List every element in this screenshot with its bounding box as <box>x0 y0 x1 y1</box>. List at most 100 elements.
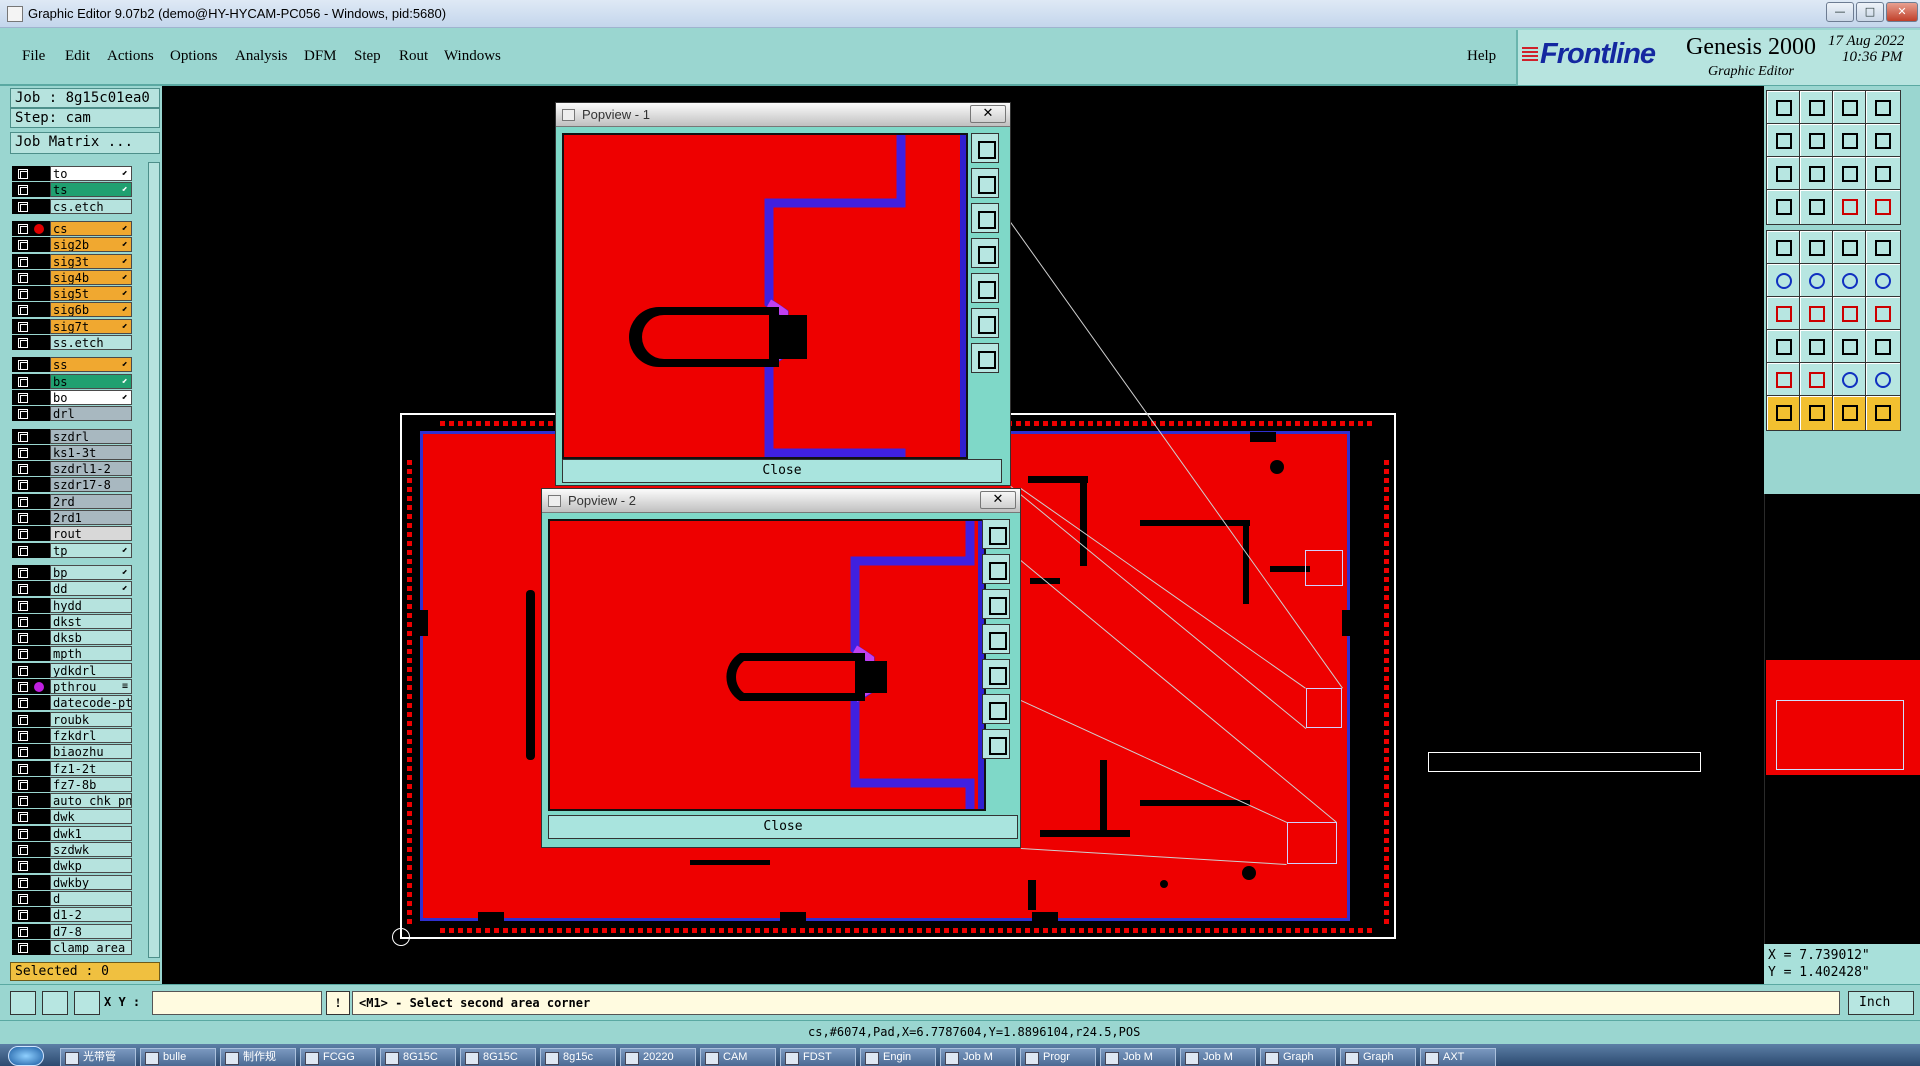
layer-name[interactable]: dwkp <box>50 858 132 874</box>
layer-row[interactable]: rout <box>12 526 132 542</box>
layer-row[interactable]: sig7t ⬋ <box>12 318 132 334</box>
layer-name[interactable]: ydkdrl <box>50 662 132 678</box>
layer-row[interactable]: fz1-2t <box>12 760 132 776</box>
layer-row[interactable]: ydkdrl <box>12 662 132 678</box>
layer-row[interactable]: ks1-3t <box>12 444 132 460</box>
pointer3-tool[interactable] <box>1832 395 1868 431</box>
layer-checkbox[interactable] <box>18 910 28 921</box>
layer-checkbox[interactable] <box>18 409 28 420</box>
minimize-button[interactable]: — <box>1826 2 1854 22</box>
layer-row[interactable]: dwk <box>12 809 132 825</box>
maximize-button[interactable]: □ <box>1856 2 1884 22</box>
taskbar-item[interactable]: Graph <box>1340 1048 1416 1066</box>
taskbar-item[interactable]: 8G15C <box>460 1048 536 1066</box>
layer-row[interactable]: szdrl <box>12 428 132 444</box>
layer-row[interactable]: biaozhu <box>12 744 132 760</box>
popview-1-tool-up[interactable] <box>971 168 999 198</box>
taskbar-item[interactable]: Job M <box>1180 1048 1256 1066</box>
popview-2-tool-up[interactable] <box>982 554 1010 584</box>
snap-icon[interactable] <box>10 991 36 1015</box>
layer-checkbox[interactable] <box>18 649 28 660</box>
layer-row[interactable]: to ⬋ <box>12 166 132 181</box>
layer-checkbox[interactable] <box>18 392 28 403</box>
layer-checkbox[interactable] <box>18 845 28 855</box>
layer-checkbox[interactable] <box>18 600 28 611</box>
layer-row[interactable]: sig5t ⬋ <box>12 286 132 302</box>
layer-name[interactable]: roubk <box>50 711 132 727</box>
layer-name[interactable]: cs.etch <box>50 198 132 214</box>
popview-2-tool-right[interactable] <box>982 659 1010 689</box>
layer-name[interactable]: clamp_area <box>50 939 132 955</box>
spread-tool[interactable] <box>1865 123 1901 159</box>
snap-dot-tool[interactable] <box>1865 230 1901 266</box>
layer-checkbox[interactable] <box>18 496 28 507</box>
menu-actions[interactable]: Actions <box>107 48 154 65</box>
home-tool[interactable] <box>1832 90 1868 126</box>
popview-1-tool-zoom-out[interactable] <box>971 343 999 373</box>
layer-checkbox[interactable] <box>18 272 28 283</box>
layer-row[interactable]: szdr17-8 <box>12 477 132 493</box>
taskbar-item[interactable]: Graph <box>1260 1048 1336 1066</box>
help-icon-tool[interactable] <box>1865 156 1901 192</box>
layer-row[interactable]: sig6b ⬋ <box>12 302 132 318</box>
frame-icon-tool[interactable] <box>1832 329 1868 365</box>
popview-2-tool-down[interactable] <box>982 589 1010 619</box>
layer-name[interactable]: 2rd <box>50 493 132 509</box>
layer-row[interactable]: dwkby <box>12 874 132 890</box>
layer-name[interactable]: sig3t ⬋ <box>50 253 132 269</box>
layer-row[interactable]: drl <box>12 406 132 422</box>
popview-1-tool-right[interactable] <box>971 273 999 303</box>
layer-name[interactable]: drl <box>50 406 132 422</box>
layer-row[interactable]: tp ⬋ <box>12 542 132 558</box>
layer-name[interactable]: fzkdrl <box>50 727 132 743</box>
layer-row[interactable]: dkst <box>12 613 132 629</box>
popview-1-close-button[interactable]: Close <box>562 459 1002 483</box>
popview-2-titlebar[interactable]: Popview - 2 ✕ <box>542 489 1020 513</box>
layer-row[interactable]: cs.etch <box>12 198 132 214</box>
layer-checkbox[interactable] <box>18 682 28 692</box>
layer-active-dot[interactable] <box>34 223 44 234</box>
layer-checkbox[interactable] <box>18 447 28 458</box>
connect-icon-tool[interactable] <box>1832 263 1868 299</box>
layer-row[interactable]: sig4b ⬋ <box>12 269 132 285</box>
layer-row[interactable]: hydd <box>12 597 132 613</box>
layer-row[interactable]: sig2b ⬋ <box>12 237 132 253</box>
layer-row[interactable]: dwk1 <box>12 825 132 841</box>
layer-row[interactable]: fz7-8b <box>12 776 132 792</box>
popview-2-tool-left[interactable] <box>982 624 1010 654</box>
layer-name[interactable]: dkst <box>50 613 132 629</box>
layer-name[interactable]: dd ⬋ <box>50 581 132 597</box>
start-button[interactable] <box>8 1046 44 1066</box>
taskbar-item[interactable]: 8G15C <box>380 1048 456 1066</box>
layer-name[interactable]: to ⬋ <box>50 166 132 181</box>
layer-row[interactable]: mpth <box>12 646 132 662</box>
layer-name[interactable]: d1-2 <box>50 907 132 923</box>
layer-row[interactable]: dwkp <box>12 858 132 874</box>
layer-name[interactable]: cs ⬋ <box>50 220 132 236</box>
layer-checkbox[interactable] <box>18 730 28 741</box>
layer-checkbox[interactable] <box>18 616 28 627</box>
select-pad-tool[interactable] <box>1766 230 1802 266</box>
layer-row[interactable]: d7-8 <box>12 923 132 939</box>
layer-row[interactable]: szdrl1-2 <box>12 461 132 477</box>
layer-name[interactable]: dwk1 <box>50 825 132 841</box>
text-f-tool[interactable] <box>1865 296 1901 332</box>
select-line-tool[interactable] <box>1799 230 1835 266</box>
undo-move-tool[interactable] <box>1832 123 1868 159</box>
layer-name[interactable]: tp ⬋ <box>50 542 132 558</box>
taskbar-item[interactable]: Job M <box>940 1048 1016 1066</box>
menu-help[interactable]: Help <box>1467 48 1496 65</box>
save-layer-tool[interactable] <box>1799 90 1835 126</box>
layer-checkbox[interactable] <box>18 360 28 371</box>
taskbar-item[interactable]: 8g15c <box>540 1048 616 1066</box>
layer-name[interactable]: rout <box>50 526 132 542</box>
popview-1-tool-fit[interactable] <box>971 133 999 163</box>
layer-name[interactable]: dwk <box>50 809 132 825</box>
layer-name[interactable]: auto_chk_pn <box>50 793 132 809</box>
popview-2-tool-fit[interactable] <box>982 519 1010 549</box>
scale-1-1-tool[interactable] <box>1832 156 1868 192</box>
taskbar-item[interactable]: 制作规 <box>220 1048 296 1066</box>
layer-checkbox[interactable] <box>18 812 28 823</box>
layer-row[interactable]: fzkdrl <box>12 727 132 743</box>
minimap-viewport[interactable] <box>1776 700 1904 770</box>
